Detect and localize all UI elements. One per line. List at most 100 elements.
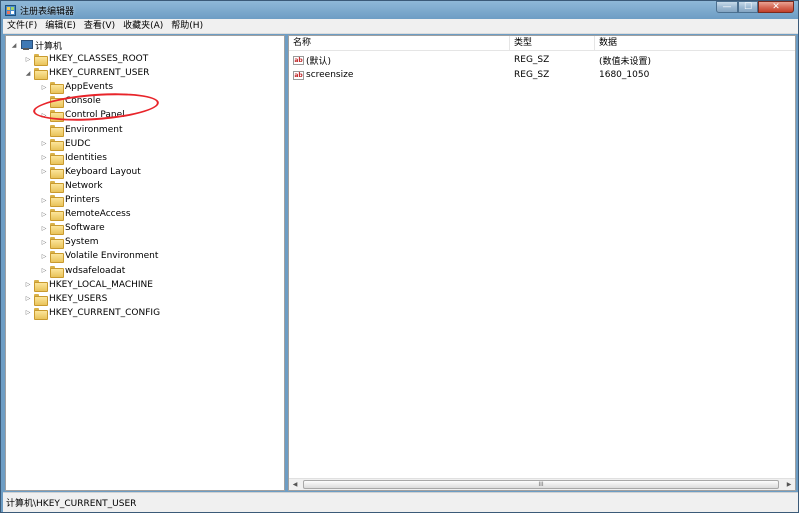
tree-item-label: HKEY_USERS <box>49 293 108 304</box>
menu-edit[interactable]: 编辑(E) <box>41 19 80 34</box>
computer-icon <box>20 40 33 50</box>
folder-icon <box>34 293 48 306</box>
column-name[interactable]: 名称 <box>289 36 510 51</box>
expand-arrow-icon[interactable]: ▷ <box>40 223 48 233</box>
expand-arrow-icon[interactable]: ▷ <box>40 82 48 92</box>
tree-item[interactable]: ▷ Printers <box>40 193 100 207</box>
tree-item[interactable]: Environment <box>40 123 122 137</box>
title-bar[interactable]: 注册表编辑器 — ☐ ✕ <box>1 1 798 19</box>
tree-item[interactable]: Network <box>40 179 103 193</box>
folder-icon <box>34 279 48 292</box>
string-value-icon: ab <box>293 55 304 65</box>
tree-item[interactable]: ▷ Software <box>40 221 105 236</box>
menu-view[interactable]: 查看(V) <box>80 19 119 34</box>
tree-root[interactable]: ◢ 计算机 <box>10 38 62 52</box>
expand-arrow-icon[interactable]: ▷ <box>24 54 32 64</box>
tree-item-label: Network <box>65 180 103 191</box>
regedit-window: 注册表编辑器 — ☐ ✕ 文件(F) 编辑(E) 查看(V) 收藏夹(A) 帮助… <box>0 0 799 513</box>
expand-arrow-icon[interactable]: ▷ <box>24 280 32 290</box>
folder-icon <box>50 209 64 222</box>
tree-item-label: HKEY_CURRENT_USER <box>49 68 150 79</box>
menu-favorites[interactable]: 收藏夹(A) <box>119 19 167 34</box>
expand-arrow-icon[interactable]: ▷ <box>24 294 32 304</box>
folder-icon <box>50 166 64 179</box>
column-data[interactable]: 数据 <box>595 36 795 51</box>
value-name: screensize <box>306 70 354 80</box>
tree-item[interactable]: ▷ Identities <box>40 151 107 165</box>
expand-arrow-icon[interactable]: ▷ <box>40 266 48 276</box>
tree-item-label: AppEvents <box>65 82 114 93</box>
menu-file[interactable]: 文件(F) <box>3 19 41 34</box>
scroll-left-arrow-icon[interactable]: ◀ <box>289 479 301 490</box>
values-list[interactable]: 名称 类型 数据 ab (默认) REG_SZ (数值未设置) ab scree… <box>288 35 796 491</box>
tree-item-label: EUDC <box>65 138 91 149</box>
folder-icon <box>50 138 64 151</box>
horizontal-scrollbar[interactable]: ◀ III ▶ <box>289 478 795 490</box>
expand-arrow-icon[interactable]: ▷ <box>24 308 32 318</box>
tree-item[interactable]: ▷ Volatile Environment <box>40 249 159 264</box>
scroll-right-arrow-icon[interactable]: ▶ <box>783 479 795 490</box>
tree-item[interactable]: ▷ HKEY_CURRENT_CONFIG <box>24 306 160 320</box>
window-controls: — ☐ ✕ <box>716 1 794 13</box>
menu-help[interactable]: 帮助(H) <box>167 19 207 34</box>
tree-item[interactable]: ▷ HKEY_CLASSES_ROOT <box>24 52 148 66</box>
no-expander <box>40 181 48 191</box>
tree-item-label: wdsafeloadat <box>65 265 126 276</box>
tree-item-label: Software <box>65 223 105 234</box>
menu-bar: 文件(F) 编辑(E) 查看(V) 收藏夹(A) 帮助(H) <box>3 19 798 34</box>
tree-item-label: Keyboard Layout <box>65 166 141 177</box>
tree-item-label: HKEY_CURRENT_CONFIG <box>49 307 161 318</box>
expand-arrow-icon[interactable]: ▷ <box>40 209 48 219</box>
tree-item[interactable]: ▷ HKEY_USERS <box>24 292 107 306</box>
close-button[interactable]: ✕ <box>758 1 794 13</box>
tree-item[interactable]: ▷ HKEY_LOCAL_MACHINE <box>24 278 153 292</box>
tree-root-label: 计算机 <box>35 41 63 52</box>
folder-icon <box>50 265 64 278</box>
tree-item-label: Environment <box>65 124 123 135</box>
column-type[interactable]: 类型 <box>510 36 595 51</box>
tree-item[interactable]: ▷ EUDC <box>40 137 91 151</box>
maximize-button[interactable]: ☐ <box>738 1 758 13</box>
folder-icon <box>34 307 48 320</box>
tree-item[interactable]: ▷ wdsafeloadat <box>40 264 125 278</box>
tree-item[interactable]: ▷ AppEvents <box>40 80 114 95</box>
value-data: 1680_1050 <box>599 70 650 80</box>
status-path: 计算机\HKEY_CURRENT_USER <box>6 499 137 509</box>
minimize-button[interactable]: — <box>716 1 738 13</box>
expand-arrow-icon[interactable]: ▷ <box>40 237 48 247</box>
list-row[interactable]: ab (默认) REG_SZ (数值未设置) <box>289 53 795 67</box>
window-title: 注册表编辑器 <box>20 6 75 17</box>
registry-tree[interactable]: ◢ 计算机 ▷ HKEY_CLASSES_ROOT ◢ HKEY_CURRENT_US… <box>5 35 285 491</box>
folder-icon <box>34 68 48 81</box>
folder-icon <box>50 124 64 137</box>
expand-arrow-icon[interactable]: ▷ <box>40 167 48 177</box>
list-header: 名称 类型 数据 <box>289 36 795 51</box>
tree-item-label: Volatile Environment <box>65 251 159 262</box>
tree-item-label: System <box>65 237 99 248</box>
collapse-arrow-icon[interactable]: ◢ <box>24 68 32 78</box>
tree-item-label: RemoteAccess <box>65 209 131 220</box>
folder-icon <box>50 251 64 264</box>
scrollbar-thumb[interactable]: III <box>303 480 779 489</box>
expand-arrow-icon[interactable]: ▷ <box>40 139 48 149</box>
tree-item[interactable]: ▷ System <box>40 235 99 250</box>
expand-arrow-icon[interactable]: ▷ <box>40 195 48 205</box>
expand-arrow-icon[interactable]: ▷ <box>40 153 48 163</box>
value-type: REG_SZ <box>514 55 550 65</box>
regedit-app-icon <box>5 4 16 16</box>
collapse-arrow-icon[interactable]: ◢ <box>10 40 18 50</box>
folder-icon <box>34 54 48 66</box>
folder-icon <box>50 237 64 250</box>
no-expander <box>40 125 48 135</box>
list-row[interactable]: ab screensize REG_SZ 1680_1050 <box>289 68 795 82</box>
folder-icon <box>50 223 64 236</box>
value-data: (数值未设置) <box>599 56 652 67</box>
expand-arrow-icon[interactable]: ▷ <box>40 251 48 261</box>
tree-item[interactable]: ◢ HKEY_CURRENT_USER <box>24 66 150 81</box>
tree-item-label: HKEY_LOCAL_MACHINE <box>49 279 153 290</box>
tree-item[interactable]: ▷ RemoteAccess <box>40 207 131 222</box>
tree-item[interactable]: ▷ Keyboard Layout <box>40 165 141 179</box>
value-type: REG_SZ <box>514 70 550 80</box>
string-value-icon: ab <box>293 70 304 80</box>
tree-item-label: Printers <box>65 195 100 205</box>
